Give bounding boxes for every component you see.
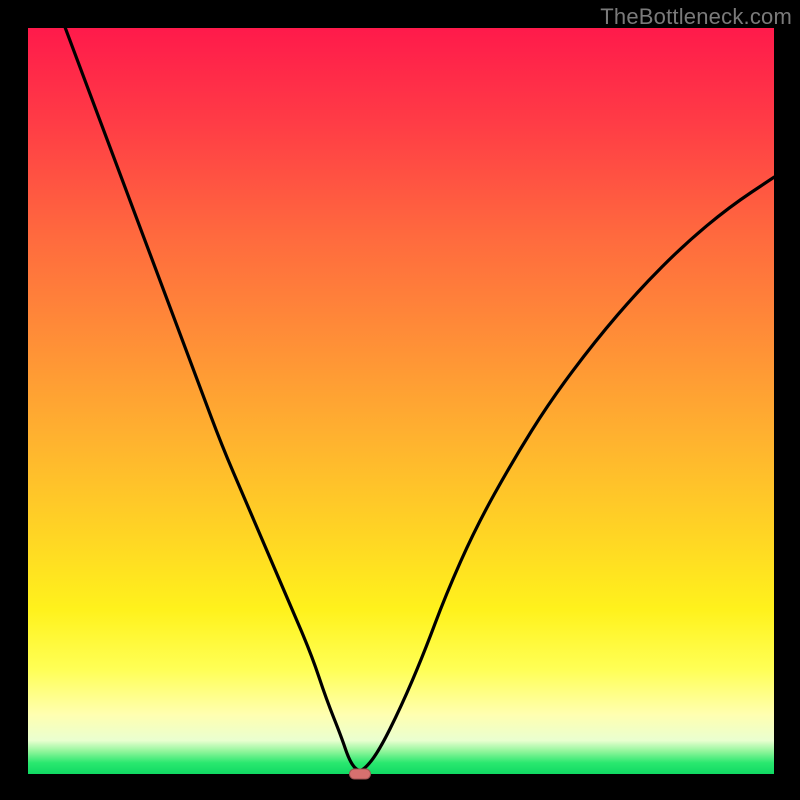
- chart-frame: TheBottleneck.com: [0, 0, 800, 800]
- plot-area: [28, 28, 774, 774]
- curve-path: [65, 28, 774, 770]
- watermark-text: TheBottleneck.com: [600, 4, 792, 30]
- bottleneck-curve: [28, 28, 774, 774]
- optimum-marker: [349, 769, 371, 780]
